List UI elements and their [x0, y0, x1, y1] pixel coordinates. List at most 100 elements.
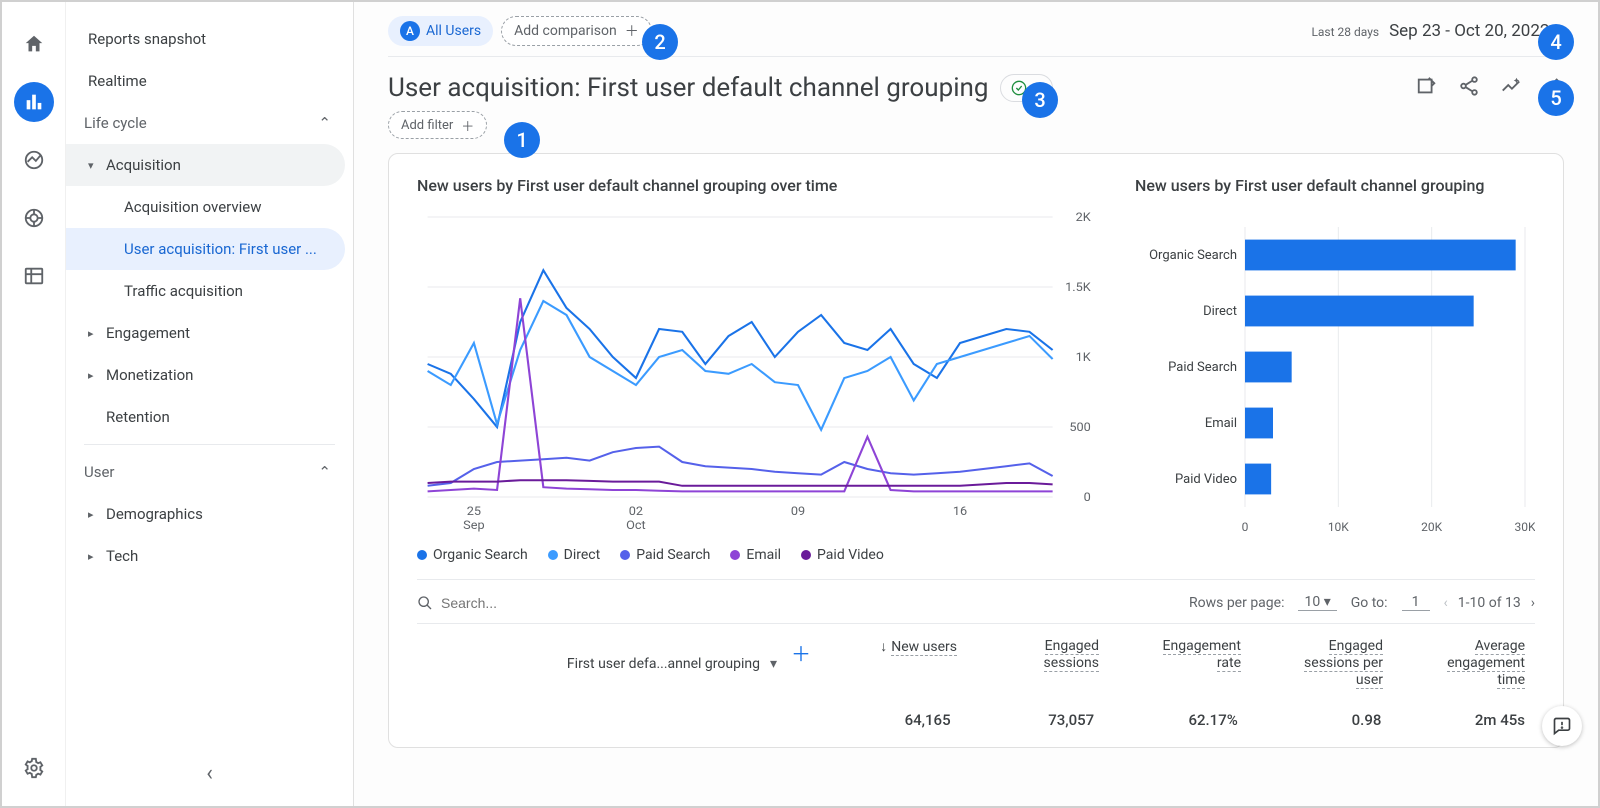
legend-item[interactable]: Email	[730, 547, 781, 563]
svg-text:Direct: Direct	[1203, 304, 1237, 319]
chevron-up-icon: ⌃	[318, 114, 331, 132]
caret-right-icon: ▸	[88, 508, 106, 521]
svg-text:20K: 20K	[1421, 520, 1442, 534]
title-bar: User acquisition: First user default cha…	[354, 57, 1598, 107]
legend-item[interactable]: Paid Video	[801, 547, 884, 563]
filter-bar: Add filter ＋	[354, 107, 1598, 153]
sidebar-subsection-demographics[interactable]: ▸ Demographics	[66, 493, 353, 535]
svg-text:10K: 10K	[1328, 520, 1349, 534]
svg-text:30K: 30K	[1514, 520, 1535, 534]
legend-item[interactable]: Organic Search	[417, 547, 528, 563]
sidebar-subsection-monetization[interactable]: ▸ Monetization	[66, 354, 353, 396]
sidebar-subsection-engagement[interactable]: ▸ Engagement	[66, 312, 353, 354]
sort-desc-icon: ↓	[880, 639, 887, 655]
main-content: A All Users Add comparison ＋ Last 28 day…	[354, 2, 1598, 806]
column-engaged-sessions-per-user[interactable]: Engagedsessions peruser	[1251, 638, 1393, 689]
goto-input[interactable]: 1	[1402, 594, 1430, 611]
goto-label: Go to:	[1351, 595, 1388, 611]
date-hint: Last 28 days	[1311, 25, 1379, 39]
column-engaged-sessions[interactable]: Engagedsessions	[967, 638, 1109, 689]
plus-icon: ＋	[461, 116, 474, 135]
configure-icon[interactable]	[14, 256, 54, 296]
add-filter-label: Add filter	[401, 118, 453, 133]
svg-text:Sep: Sep	[463, 519, 484, 533]
total-engaged-sessions-per-user: 0.98	[1248, 711, 1392, 729]
chevron-up-icon: ⌃	[318, 463, 331, 481]
sidebar-item-acquisition-overview[interactable]: Acquisition overview	[66, 186, 353, 228]
feedback-button[interactable]	[1542, 706, 1582, 746]
sidebar-subsection-tech[interactable]: ▸ Tech	[66, 535, 353, 577]
segment-chip-label: All Users	[426, 23, 481, 39]
sidebar-item-label: Demographics	[106, 505, 203, 523]
feedback-icon	[1552, 716, 1572, 736]
pager: ‹ 1-10 of 13 ›	[1444, 595, 1535, 611]
left-nav-rail	[2, 2, 66, 806]
sidebar-item-user-acquisition[interactable]: User acquisition: First user ...	[66, 228, 345, 270]
advertising-icon[interactable]	[14, 198, 54, 238]
dimension-label: First user defa...annel grouping	[567, 656, 760, 672]
home-icon[interactable]	[14, 24, 54, 64]
column-new-users[interactable]: ↓New users	[825, 638, 967, 689]
svg-text:Email: Email	[1205, 416, 1237, 431]
sidebar-item-reports-snapshot[interactable]: Reports snapshot	[66, 18, 353, 60]
column-avg-engagement-time[interactable]: Averageengagementtime	[1393, 638, 1535, 689]
plus-icon: ＋	[625, 21, 639, 41]
caret-down-icon: ▾	[1324, 594, 1331, 610]
sidebar-item-label: Tech	[106, 547, 138, 565]
collapse-sidebar-icon[interactable]: ‹	[206, 761, 213, 786]
admin-gear-icon[interactable]	[14, 748, 54, 788]
legend-item[interactable]: Direct	[548, 547, 601, 563]
search-icon	[417, 595, 433, 611]
divider	[84, 444, 335, 445]
segment-chip-all-users[interactable]: A All Users	[388, 16, 493, 46]
sidebar-section-label: Life cycle	[84, 114, 147, 132]
add-comparison-button[interactable]: Add comparison ＋	[501, 16, 652, 46]
sidebar-section-label: User	[84, 463, 115, 481]
report-sidebar: Reports snapshot Realtime Life cycle ⌃ ▾…	[66, 2, 354, 806]
table-totals-row: 64,165 73,057 62.17% 0.98 2m 45s	[417, 711, 1535, 729]
next-page-icon[interactable]: ›	[1531, 595, 1535, 611]
insights-icon[interactable]	[1500, 75, 1522, 101]
callout-badge-5: 5	[1538, 80, 1574, 116]
sidebar-subsection-acquisition[interactable]: ▾ Acquisition	[66, 144, 345, 186]
segment-badge-icon: A	[400, 21, 420, 41]
reports-icon[interactable]	[14, 82, 54, 122]
caret-down-icon: ▾	[88, 159, 106, 172]
svg-text:16: 16	[953, 505, 967, 519]
sidebar-item-retention[interactable]: Retention	[66, 396, 353, 438]
segment-bar: A All Users Add comparison ＋ Last 28 day…	[354, 2, 1598, 56]
svg-text:Paid Video: Paid Video	[1175, 472, 1237, 487]
svg-text:1.5K: 1.5K	[1065, 281, 1091, 295]
prev-page-icon[interactable]: ‹	[1444, 595, 1448, 611]
bar-chart: 010K20K30KOrganic SearchDirectPaid Searc…	[1135, 207, 1535, 537]
table-search-input[interactable]	[441, 595, 641, 611]
line-chart-title: New users by First user default channel …	[417, 176, 837, 195]
sidebar-item-label: Retention	[106, 408, 170, 426]
sidebar-item-traffic-acquisition[interactable]: Traffic acquisition	[66, 270, 353, 312]
share-icon[interactable]	[1458, 75, 1480, 101]
report-card: New users by First user default channel …	[388, 153, 1564, 748]
customize-icon[interactable]	[1416, 75, 1438, 101]
column-engagement-rate[interactable]: Engagementrate	[1109, 638, 1251, 689]
sidebar-section-life-cycle[interactable]: Life cycle ⌃	[66, 102, 353, 144]
total-avg-engagement-time: 2m 45s	[1391, 711, 1535, 729]
chart-legend: Organic Search Direct Paid Search Email Paid…	[417, 547, 1535, 563]
rows-per-page-select[interactable]: 10 ▾	[1298, 594, 1336, 611]
add-filter-button[interactable]: Add filter ＋	[388, 111, 487, 139]
svg-text:Paid Search: Paid Search	[1168, 360, 1237, 375]
bar-chart-title: New users by First user default channel …	[1135, 176, 1535, 195]
dimension-selector[interactable]: First user defa...annel grouping ▾	[417, 638, 777, 689]
caret-down-icon: ▾	[770, 656, 777, 672]
sidebar-item-label: Traffic acquisition	[124, 282, 243, 300]
sidebar-item-realtime[interactable]: Realtime	[66, 60, 353, 102]
sidebar-item-label: Reports snapshot	[88, 30, 206, 48]
sidebar-section-user[interactable]: User ⌃	[66, 451, 353, 493]
sidebar-item-label: Engagement	[106, 324, 190, 342]
explore-icon[interactable]	[14, 140, 54, 180]
callout-badge-3: 3	[1022, 82, 1058, 118]
legend-item[interactable]: Paid Search	[620, 547, 710, 563]
add-dimension-button[interactable]: ＋	[777, 638, 825, 689]
caret-right-icon: ▸	[88, 550, 106, 563]
table-search[interactable]	[417, 595, 1175, 611]
svg-text:0: 0	[1084, 491, 1091, 505]
